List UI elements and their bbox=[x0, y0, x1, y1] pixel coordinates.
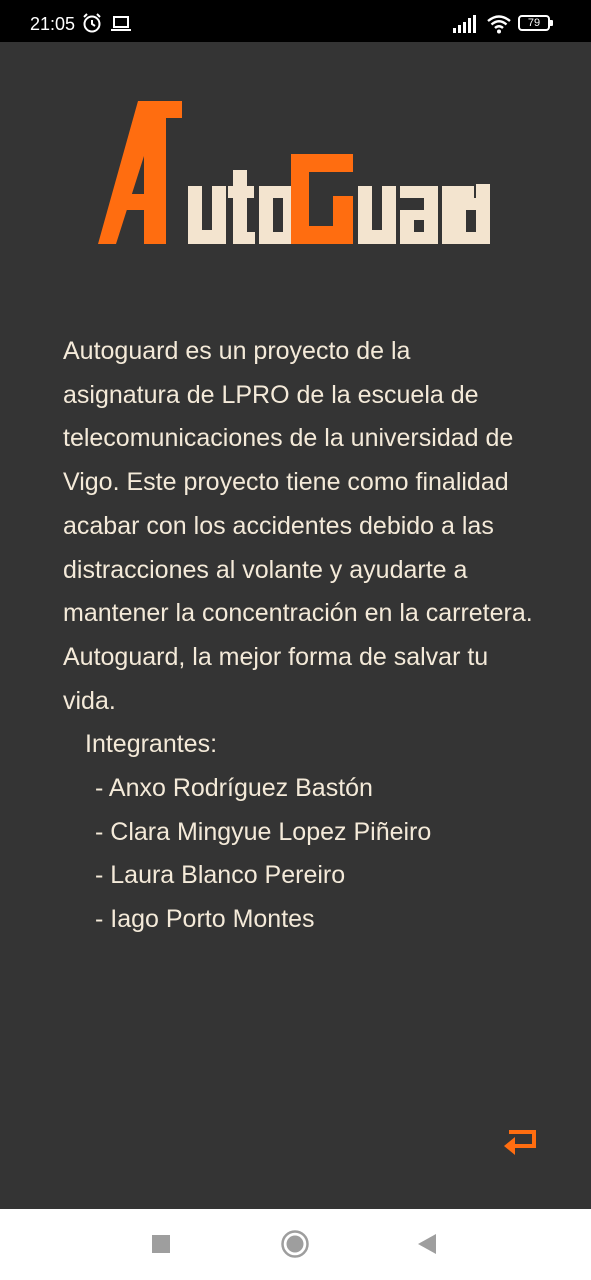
logo-letter-t bbox=[228, 170, 255, 244]
member-item: - Laura Blanco Pereiro bbox=[95, 861, 346, 890]
logo-letter-u bbox=[188, 186, 226, 244]
autoguard-logo bbox=[98, 101, 490, 244]
logo-letter-a bbox=[98, 101, 182, 244]
recents-square-icon[interactable] bbox=[150, 1233, 172, 1255]
member-item: - Iago Porto Montes bbox=[95, 905, 315, 934]
system-nav-bar bbox=[0, 1209, 591, 1280]
back-triangle-icon[interactable] bbox=[415, 1232, 439, 1256]
battery-icon: 79 bbox=[518, 15, 553, 31]
about-description: Autoguard es un proyecto de la asignatur… bbox=[63, 337, 533, 715]
alarm-icon bbox=[83, 13, 101, 33]
signal-icon bbox=[453, 15, 476, 33]
logo-letter-a2 bbox=[400, 186, 438, 244]
return-arrow-icon[interactable] bbox=[500, 1124, 540, 1160]
members-title: Integrantes: bbox=[85, 730, 218, 759]
laptop-icon bbox=[111, 16, 131, 31]
home-circle-icon[interactable] bbox=[280, 1229, 310, 1259]
member-item: - Clara Mingyue Lopez Piñeiro bbox=[95, 817, 432, 846]
wifi-icon bbox=[487, 15, 511, 34]
member-item: - Anxo Rodríguez Bastón bbox=[95, 774, 373, 803]
about-section: Autoguard es un proyecto de la asignatur… bbox=[63, 330, 533, 942]
status-bar: 21:05 79 bbox=[0, 0, 591, 42]
logo-letter-g bbox=[291, 154, 353, 244]
logo-letter-u2 bbox=[358, 186, 396, 244]
status-time: 21:05 bbox=[30, 14, 76, 34]
